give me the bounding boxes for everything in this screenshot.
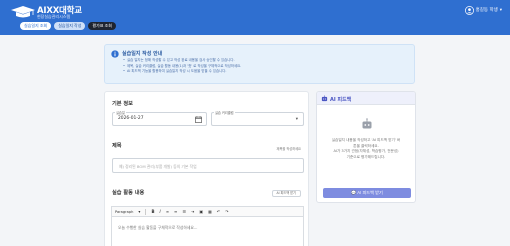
format-select-arrow-icon[interactable]: ▾ bbox=[138, 209, 140, 214]
journal-form-card: 기본 정보 2026-01-27 실습일 ▾ 실습 커리큘럼 제목 제목을 작성… bbox=[104, 91, 309, 246]
bold-icon[interactable]: B bbox=[151, 209, 154, 214]
toolbar-divider bbox=[145, 208, 147, 215]
user-menu[interactable]: 홍길동 학생 ▾ bbox=[464, 5, 502, 15]
notice-title: 실습일지 작성 안내 bbox=[122, 51, 163, 57]
notice-box: 실습일지 작성 안내 실습 일지는 정해 작성할 수 있고 작성 완료 내용을 … bbox=[104, 44, 415, 84]
date-value: 2026-01-27 bbox=[118, 116, 144, 121]
robot-icon bbox=[362, 118, 372, 129]
ai-card-title: AI 피드백 bbox=[330, 96, 352, 103]
editor-toolbar: Paragraph ▾ B I ∞ ≡ ☰ ⇥ ▣ ▦ ↶ ↷ bbox=[111, 206, 304, 216]
nav-journal-write-button[interactable]: 실습일지 작성 bbox=[54, 22, 86, 30]
numbered-list-icon[interactable]: ☰ bbox=[182, 209, 186, 214]
image-icon[interactable]: ▣ bbox=[199, 209, 203, 214]
info-icon bbox=[111, 50, 119, 58]
ai-card-header: AI 피드백 bbox=[317, 92, 415, 105]
title-input[interactable]: 예) 정리된 BOM 관리(부품 개발) 등의 기본 작업 bbox=[112, 158, 304, 173]
title-hint: 제목을 작성하세요 bbox=[276, 147, 301, 151]
app-header: AIXX대학교 현장실습관리시스템 홍길동 학생 ▾ 실습일지 조회 실습일지 … bbox=[0, 0, 510, 35]
date-label: 실습일 bbox=[115, 109, 126, 115]
activity-section-title: 실습 활동 내용 bbox=[112, 190, 145, 196]
undo-icon[interactable]: ↶ bbox=[217, 209, 220, 214]
ai-feedback-button-label: AI 피드백 받기 bbox=[357, 190, 383, 195]
italic-icon[interactable]: I bbox=[160, 209, 161, 214]
user-name: 홍길동 학생 bbox=[475, 8, 498, 13]
date-field[interactable]: 2026-01-27 bbox=[112, 112, 207, 126]
title-placeholder: 예) 정리된 BOM 관리(부품 개발) 등의 기본 작업 bbox=[119, 164, 197, 169]
basic-info-title: 기본 정보 bbox=[112, 101, 133, 107]
table-icon[interactable]: ▦ bbox=[208, 209, 212, 214]
notice-list: 실습 일지는 정해 작성할 수 있고 작성 완료 내용을 검사 승인할 수 있습… bbox=[123, 58, 241, 75]
notice-item: 실습 일지는 정해 작성할 수 있고 작성 완료 내용을 검사 승인할 수 있습… bbox=[123, 58, 241, 64]
nav-journal-view-button[interactable]: 실습일지 조회 bbox=[20, 22, 52, 30]
title-section-title: 제목 bbox=[112, 143, 122, 149]
robot-icon bbox=[321, 95, 328, 102]
app-subtitle: 현장실습관리시스템 bbox=[37, 14, 71, 19]
user-avatar-icon bbox=[464, 5, 474, 15]
nav-evaluation-view-button[interactable]: 평가표 조회 bbox=[88, 22, 116, 30]
format-select[interactable]: Paragraph bbox=[115, 210, 133, 214]
dropdown-arrow-icon: ▾ bbox=[295, 117, 298, 122]
activity-editor[interactable]: 오늘 수행한 실습 활동을 구체적으로 작성하세요... bbox=[111, 216, 304, 246]
calendar-icon[interactable] bbox=[195, 116, 202, 123]
ai-feedback-button[interactable]: 💬 AI 피드백 받기 bbox=[323, 188, 411, 198]
indent-icon[interactable]: ⇥ bbox=[191, 209, 194, 214]
ai-description-line: 기준으로 평가해드립니다. bbox=[346, 154, 386, 159]
curriculum-label: 실습 커리큘럼 bbox=[214, 109, 235, 115]
notice-item: AI 피드백 기능을 활용하여 실습일지 작성 시 도움을 받을 수 있습니다. bbox=[123, 69, 241, 75]
ai-feedback-small-button[interactable]: AI 피드백 받기 bbox=[271, 190, 301, 197]
editor-placeholder: 오늘 수행한 실습 활동을 구체적으로 작성하세요... bbox=[118, 225, 198, 230]
ai-feedback-card: AI 피드백 실습일지 내용을 작성하고 'AI 피드백 받기' 버 튼을 클릭… bbox=[316, 91, 416, 203]
chevron-down-icon: ▾ bbox=[499, 7, 502, 13]
redo-icon[interactable]: ↷ bbox=[225, 209, 228, 214]
ai-description: 실습일지 내용을 작성하고 'AI 피드백 받기' 버 튼을 클릭하세요. AI… bbox=[317, 138, 415, 160]
link-icon[interactable]: ∞ bbox=[166, 209, 169, 214]
chat-icon: 💬 bbox=[351, 190, 357, 195]
bullet-list-icon[interactable]: ≡ bbox=[174, 209, 177, 214]
top-nav: 실습일지 조회 실습일지 작성 평가표 조회 bbox=[20, 22, 116, 30]
graduation-cap-logo-icon[interactable] bbox=[10, 5, 36, 20]
